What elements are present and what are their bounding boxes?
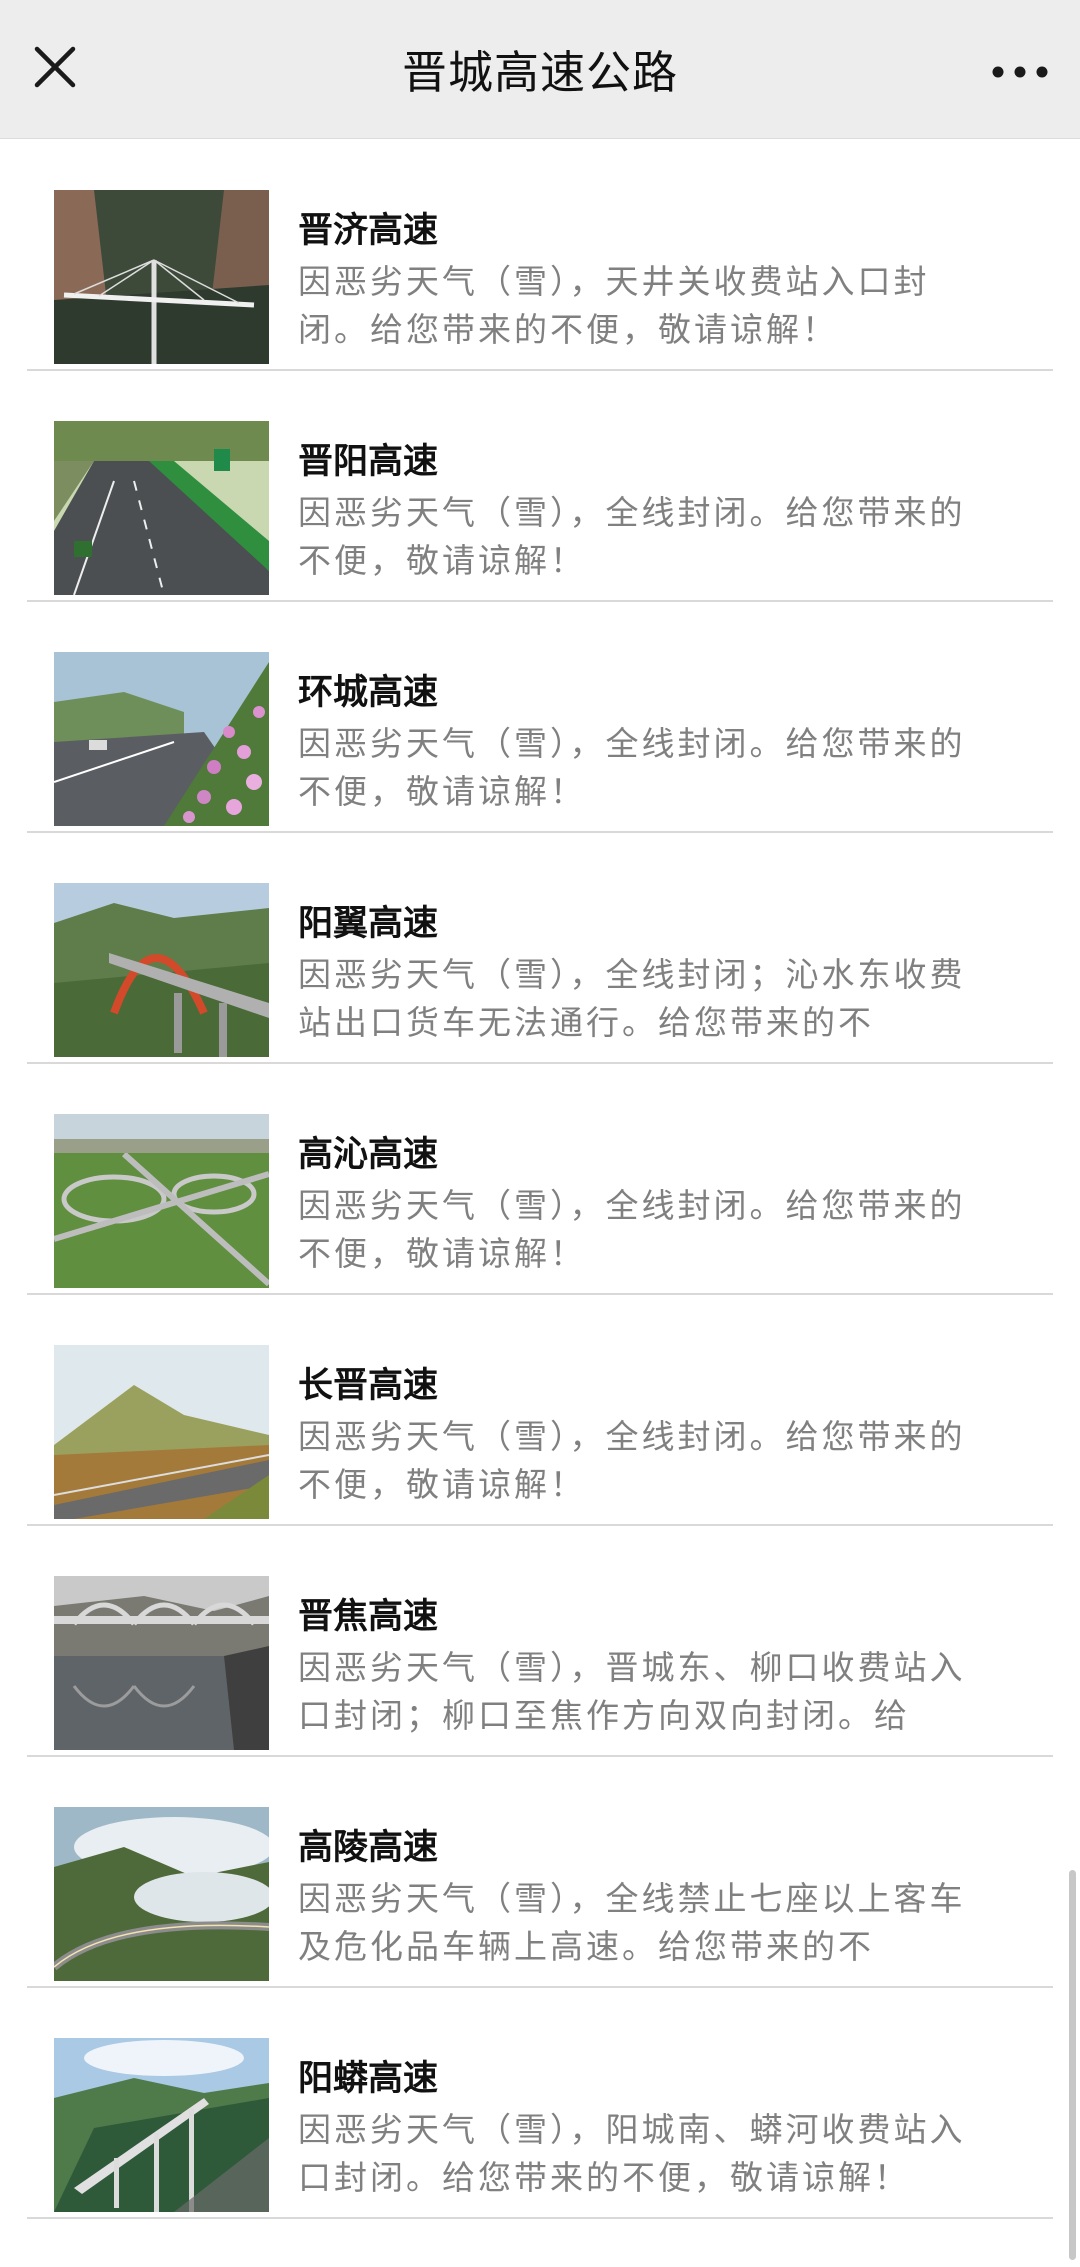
- top-navbar: 晋城高速公路: [0, 0, 1080, 139]
- item-description: 因恶劣天气（雪），全线封闭。给您带来的不便，敬请谅解！: [298, 724, 966, 811]
- item-description: 因恶劣天气（雪），全线封闭；沁水东收费站出口货车无法通行。给您带来的不: [298, 955, 966, 1042]
- item-description: 因恶劣天气（雪），阳城南、蟒河收费站入口封闭。给您带来的不便，敬请谅解！: [298, 2110, 966, 2197]
- item-title: 高沁高速: [298, 1135, 439, 1175]
- thumbnail-image: [54, 1807, 269, 1981]
- item-description: 因恶劣天气（雪），全线封闭。给您带来的不便，敬请谅解！: [298, 493, 966, 580]
- close-icon[interactable]: [22, 34, 88, 100]
- item-title: 长晋高速: [298, 1366, 439, 1406]
- item-description: 因恶劣天气（雪），全线禁止七座以上客车及危化品车辆上高速。给您带来的不: [298, 1879, 966, 1966]
- item-title: 阳蟒高速: [298, 2059, 439, 2099]
- thumbnail-image: [54, 190, 269, 364]
- list-item[interactable]: 环城高速 因恶劣天气（雪），全线封闭。给您带来的不便，敬请谅解！: [0, 602, 1080, 833]
- item-title: 阳翼高速: [298, 904, 439, 944]
- item-title: 高陵高速: [298, 1828, 439, 1868]
- scrollbar[interactable]: [1069, 1870, 1076, 2260]
- list-item[interactable]: 晋阳高速 因恶劣天气（雪），全线封闭。给您带来的不便，敬请谅解！: [0, 371, 1080, 602]
- thumbnail-image: [54, 421, 269, 595]
- thumbnail-image: [54, 1114, 269, 1288]
- thumbnail-image: [54, 1345, 269, 1519]
- item-description: 因恶劣天气（雪），全线封闭。给您带来的不便，敬请谅解！: [298, 1186, 966, 1273]
- item-description: 因恶劣天气（雪），天井关收费站入口封闭。给您带来的不便，敬请谅解！: [298, 262, 930, 349]
- thumbnail-image: [54, 2038, 269, 2212]
- item-title: 晋济高速: [298, 211, 439, 251]
- page-title: 晋城高速公路: [401, 46, 678, 99]
- thumbnail-image: [54, 1576, 269, 1750]
- list-item[interactable]: 晋济高速 因恶劣天气（雪），天井关收费站入口封闭。给您带来的不便，敬请谅解！: [0, 140, 1080, 371]
- item-title: 环城高速: [298, 673, 439, 713]
- more-icon[interactable]: [982, 34, 1058, 100]
- item-title: 晋焦高速: [298, 1597, 439, 1637]
- list-item[interactable]: 高沁高速 因恶劣天气（雪），全线封闭。给您带来的不便，敬请谅解！: [0, 1064, 1080, 1295]
- item-description: 因恶劣天气（雪），全线封闭。给您带来的不便，敬请谅解！: [298, 1417, 966, 1504]
- item-description: 因恶劣天气（雪），晋城东、柳口收费站入口封闭；柳口至焦作方向双向封闭。给: [298, 1648, 966, 1735]
- highway-list: 晋济高速 因恶劣天气（雪），天井关收费站入口封闭。给您带来的不便，敬请谅解！ 晋…: [0, 140, 1080, 2219]
- list-item[interactable]: 长晋高速 因恶劣天气（雪），全线封闭。给您带来的不便，敬请谅解！: [0, 1295, 1080, 1526]
- page: 晋城高速公路 晋济高速 因恶劣天气（雪），天井关收费站入口封闭。给您带来的不便，…: [0, 0, 1080, 2267]
- thumbnail-image: [54, 652, 269, 826]
- list-item[interactable]: 高陵高速 因恶劣天气（雪），全线禁止七座以上客车及危化品车辆上高速。给您带来的不: [0, 1757, 1080, 1988]
- list-item[interactable]: 阳蟒高速 因恶劣天气（雪），阳城南、蟒河收费站入口封闭。给您带来的不便，敬请谅解…: [0, 1988, 1080, 2219]
- thumbnail-image: [54, 883, 269, 1057]
- list-item[interactable]: 晋焦高速 因恶劣天气（雪），晋城东、柳口收费站入口封闭；柳口至焦作方向双向封闭。…: [0, 1526, 1080, 1757]
- item-title: 晋阳高速: [298, 442, 439, 482]
- list-item[interactable]: 阳翼高速 因恶劣天气（雪），全线封闭；沁水东收费站出口货车无法通行。给您带来的不: [0, 833, 1080, 1064]
